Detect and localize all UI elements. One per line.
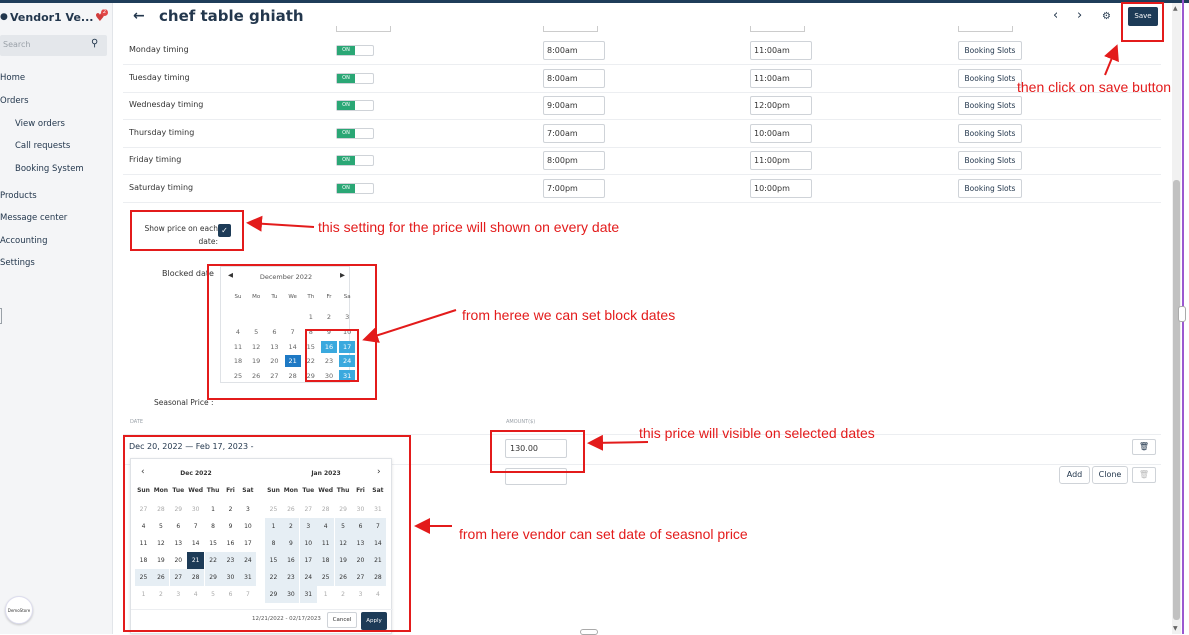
annotation-arrows [246, 44, 1119, 534]
